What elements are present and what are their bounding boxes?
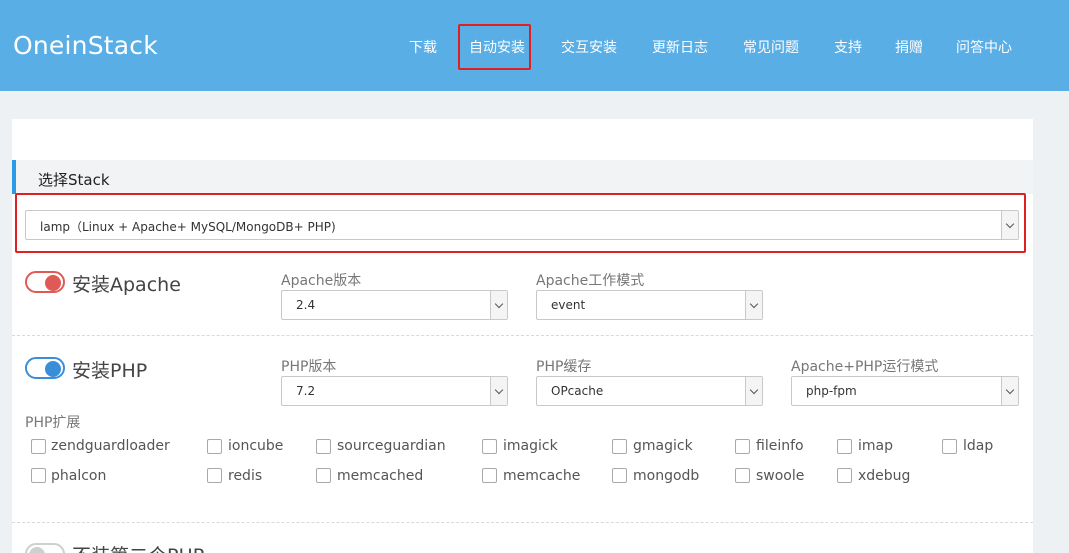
- divider: [12, 522, 1033, 523]
- ext-imap-label: imap: [858, 438, 893, 454]
- php-version-value: 7.2: [296, 384, 316, 398]
- ext-imagick-checkbox[interactable]: [482, 439, 497, 454]
- site-logo[interactable]: OneinStack: [13, 31, 158, 60]
- ext-sourceguardian-checkbox[interactable]: [316, 439, 331, 454]
- divider: [12, 335, 1033, 336]
- ext-gmagick-checkbox[interactable]: [612, 439, 627, 454]
- ext-phalcon-checkbox[interactable]: [31, 468, 46, 483]
- toggle-knob: [29, 547, 45, 553]
- ext-sourceguardian-label: sourceguardian: [337, 438, 446, 454]
- apache-toggle[interactable]: [25, 271, 65, 293]
- second-php-toggle[interactable]: [25, 543, 65, 553]
- php-toggle-label: 安装PHP: [72, 360, 148, 382]
- php-cache-label: PHP缓存: [536, 359, 592, 375]
- apache-mode-select[interactable]: event: [536, 290, 763, 320]
- ext-redis-checkbox[interactable]: [207, 468, 222, 483]
- nav-faq[interactable]: 常见问题: [743, 37, 799, 57]
- second-php-toggle-label: 不装第二个PHP: [72, 541, 204, 553]
- ext-mongodb-checkbox[interactable]: [612, 468, 627, 483]
- php-run-mode-value: php-fpm: [806, 384, 857, 398]
- php-run-mode-select[interactable]: php-fpm: [791, 376, 1019, 406]
- ext-xdebug-checkbox[interactable]: [837, 468, 852, 483]
- nav-interactive-install[interactable]: 交互安装: [561, 37, 617, 57]
- ext-memcached-label: memcached: [337, 468, 424, 484]
- chevron-down-icon[interactable]: [745, 291, 762, 319]
- ext-memcached-checkbox[interactable]: [316, 468, 331, 483]
- toggle-knob: [45, 361, 61, 377]
- stack-select-value: lamp（Linux + Apache+ MySQL/MongoDB+ PHP): [40, 220, 336, 234]
- ext-imap-checkbox[interactable]: [837, 439, 852, 454]
- section-header: [12, 160, 1033, 194]
- section-title: 选择Stack: [38, 171, 110, 189]
- apache-version-value: 2.4: [296, 298, 316, 312]
- ext-redis-label: redis: [228, 468, 263, 484]
- toggle-knob: [45, 275, 61, 291]
- nav-support[interactable]: 支持: [834, 37, 862, 57]
- chevron-down-icon[interactable]: [1001, 211, 1018, 239]
- ext-memcache-checkbox[interactable]: [482, 468, 497, 483]
- php-ext-label: PHP扩展: [25, 415, 81, 431]
- ext-gmagick-label: gmagick: [633, 438, 693, 454]
- apache-mode-label: Apache工作模式: [536, 273, 645, 289]
- chevron-down-icon[interactable]: [1001, 377, 1018, 405]
- active-nav-highlight: [458, 24, 531, 70]
- php-cache-value: OPcache: [551, 384, 604, 398]
- ext-zendguardloader-label: zendguardloader: [51, 438, 170, 454]
- ext-ioncube-checkbox[interactable]: [207, 439, 222, 454]
- ext-phalcon-label: phalcon: [51, 468, 107, 484]
- ext-ioncube-label: ioncube: [228, 438, 284, 454]
- php-cache-select[interactable]: OPcache: [536, 376, 763, 406]
- ext-fileinfo-checkbox[interactable]: [735, 439, 750, 454]
- apache-version-label: Apache版本: [281, 273, 362, 289]
- ext-mongodb-label: mongodb: [633, 468, 700, 484]
- php-version-select[interactable]: 7.2: [281, 376, 508, 406]
- chevron-down-icon[interactable]: [490, 291, 507, 319]
- apache-toggle-label: 安装Apache: [72, 274, 181, 296]
- ext-fileinfo-label: fileinfo: [756, 438, 804, 454]
- ext-ldap-label: ldap: [963, 438, 994, 454]
- chevron-down-icon[interactable]: [745, 377, 762, 405]
- nav-donate[interactable]: 捐赠: [895, 37, 923, 57]
- apache-mode-value: event: [551, 298, 586, 312]
- ext-swoole-label: swoole: [756, 468, 805, 484]
- stack-select[interactable]: lamp（Linux + Apache+ MySQL/MongoDB+ PHP): [25, 210, 1019, 240]
- chevron-down-icon[interactable]: [490, 377, 507, 405]
- ext-zendguardloader-checkbox[interactable]: [31, 439, 46, 454]
- ext-xdebug-label: xdebug: [858, 468, 911, 484]
- php-run-mode-label: Apache+PHP运行模式: [791, 359, 939, 375]
- ext-swoole-checkbox[interactable]: [735, 468, 750, 483]
- ext-memcache-label: memcache: [503, 468, 581, 484]
- ext-imagick-label: imagick: [503, 438, 558, 454]
- php-version-label: PHP版本: [281, 359, 337, 375]
- ext-ldap-checkbox[interactable]: [942, 439, 957, 454]
- nav-download[interactable]: 下载: [409, 37, 437, 57]
- nav-changelog[interactable]: 更新日志: [652, 37, 708, 57]
- nav-qa-center[interactable]: 问答中心: [956, 37, 1012, 57]
- php-toggle[interactable]: [25, 357, 65, 379]
- apache-version-select[interactable]: 2.4: [281, 290, 508, 320]
